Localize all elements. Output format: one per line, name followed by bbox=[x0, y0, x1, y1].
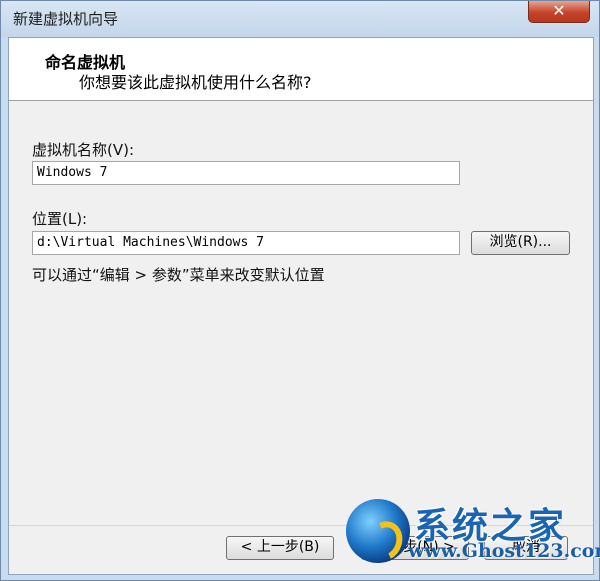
browse-button[interactable]: 浏览(R)... bbox=[471, 231, 570, 255]
close-button[interactable]: ✕ bbox=[528, 1, 590, 23]
location-hint: 可以通过“编辑 > 参数”菜单来改变默认位置 bbox=[32, 266, 325, 284]
watermark-url: www.Ghost123.com bbox=[408, 540, 600, 562]
vm-name-label: 虚拟机名称(V): bbox=[32, 141, 135, 159]
wizard-header: 命名虚拟机 你想要该此虚拟机使用什么名称? bbox=[9, 38, 593, 101]
vm-name-input[interactable]: Windows 7 bbox=[32, 161, 460, 185]
location-input[interactable]: d:\Virtual Machines\Windows 7 bbox=[32, 231, 460, 255]
logo-globe-icon bbox=[346, 499, 410, 566]
window-title: 新建虚拟机向导 bbox=[13, 10, 119, 28]
page-subtitle: 你想要该此虚拟机使用什么名称? bbox=[79, 73, 312, 92]
title-bar[interactable]: 新建虚拟机向导 ✕ bbox=[1, 1, 599, 37]
back-button[interactable]: < 上一步(B) bbox=[226, 536, 334, 560]
location-label: 位置(L): bbox=[32, 210, 88, 228]
close-icon: ✕ bbox=[552, 1, 566, 20]
watermark-logo: 系统之家 www.Ghost123.com bbox=[338, 485, 600, 581]
logo-swirl-icon bbox=[362, 516, 408, 566]
